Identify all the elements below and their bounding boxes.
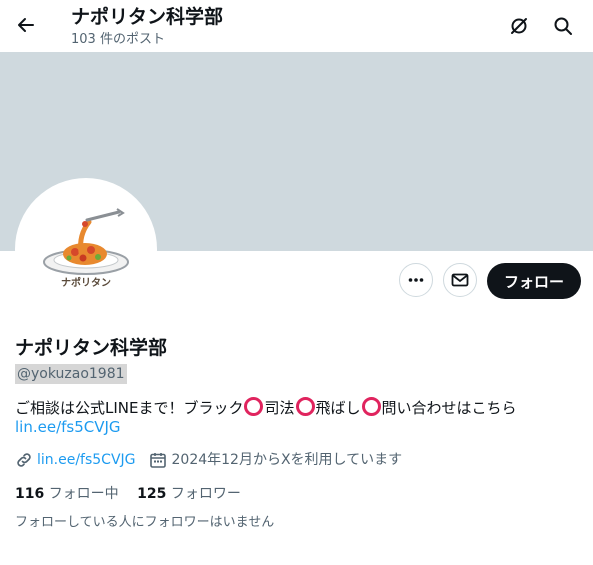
bio-text-4: 問い合わせはこちら	[381, 399, 517, 417]
bio-link[interactable]: lin.ee/fs5CVJG	[15, 417, 121, 437]
back-arrow-icon	[18, 18, 34, 32]
joined-date: 2024年12月からXを利用しています	[171, 452, 403, 468]
bio-text-1: ご相談は公式LINEまで！ブラック	[15, 399, 244, 417]
hollow-red-circle-icon	[361, 397, 381, 416]
top-bar: ナポリタン科学部 103 件のポスト	[0, 0, 593, 52]
bio-text-3: 飛ばし	[315, 399, 361, 417]
followers-label: フォロワー	[170, 486, 241, 502]
more-button[interactable]	[399, 263, 433, 297]
back-button[interactable]	[10, 9, 42, 41]
grok-icon	[511, 18, 527, 34]
mail-icon	[451, 273, 469, 287]
display-name: ナポリタン科学部	[15, 337, 168, 359]
napolitan-plate-icon	[43, 208, 129, 275]
followers-link[interactable]: 125 フォロワー	[137, 486, 241, 502]
bio-text-2: 司法	[264, 399, 295, 417]
more-icon	[408, 278, 424, 282]
page-title: ナポリタン科学部	[71, 6, 224, 28]
grok-button[interactable]	[503, 10, 535, 42]
search-button[interactable]	[547, 10, 579, 42]
follow-stats: 116 フォロー中 125 フォロワー	[15, 484, 241, 504]
link-icon	[17, 453, 31, 467]
followers-you-know-note: フォローしている人にフォロワーはいません	[15, 515, 275, 530]
calendar-icon	[149, 453, 166, 468]
avatar[interactable]: ナポリタン	[15, 178, 157, 320]
profile-meta: lin.ee/fs5CVJG 2024年12月からXを利用しています	[15, 450, 402, 470]
avatar-image: ナポリタン	[19, 182, 153, 316]
following-link[interactable]: 116 フォロー中	[15, 486, 123, 502]
following-label: フォロー中	[48, 486, 119, 502]
user-handle: @yokuzao1981	[15, 364, 127, 384]
search-icon	[554, 17, 572, 35]
follow-button[interactable]: フォロー	[487, 263, 581, 299]
hollow-red-circle-icon	[295, 397, 315, 416]
followers-count: 125	[137, 486, 167, 502]
message-button[interactable]	[443, 263, 477, 297]
website-link[interactable]: lin.ee/fs5CVJG	[37, 450, 136, 470]
hollow-red-circle-icon	[244, 397, 264, 416]
post-count: 103 件のポスト	[71, 32, 165, 47]
avatar-caption: ナポリタン	[61, 278, 111, 289]
following-count: 116	[15, 486, 45, 502]
bio: ご相談は公式LINEまで！ブラック 司法 飛ばし 問い合わせはこちら	[15, 397, 517, 418]
